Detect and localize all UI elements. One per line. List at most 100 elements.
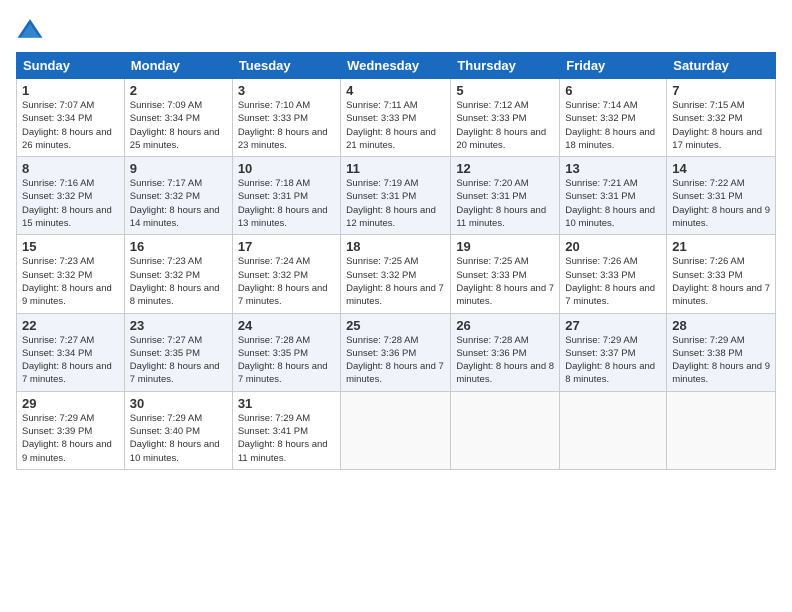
calendar-cell: 8 Sunrise: 7:16 AM Sunset: 3:32 PM Dayli… — [17, 157, 125, 235]
calendar-cell: 11 Sunrise: 7:19 AM Sunset: 3:31 PM Dayl… — [341, 157, 451, 235]
day-number: 24 — [238, 318, 335, 333]
calendar-cell: 31 Sunrise: 7:29 AM Sunset: 3:41 PM Dayl… — [232, 391, 340, 469]
day-number: 8 — [22, 161, 119, 176]
calendar-cell — [451, 391, 560, 469]
day-number: 3 — [238, 83, 335, 98]
page-header — [16, 16, 776, 44]
day-info: Sunrise: 7:25 AM Sunset: 3:33 PM Dayligh… — [456, 255, 554, 308]
day-number: 17 — [238, 239, 335, 254]
day-number: 6 — [565, 83, 661, 98]
day-info: Sunrise: 7:29 AM Sunset: 3:41 PM Dayligh… — [238, 412, 335, 465]
calendar-header-row: SundayMondayTuesdayWednesdayThursdayFrid… — [17, 53, 776, 79]
day-info: Sunrise: 7:28 AM Sunset: 3:36 PM Dayligh… — [456, 334, 554, 387]
day-number: 29 — [22, 396, 119, 411]
calendar-cell: 29 Sunrise: 7:29 AM Sunset: 3:39 PM Dayl… — [17, 391, 125, 469]
day-info: Sunrise: 7:12 AM Sunset: 3:33 PM Dayligh… — [456, 99, 554, 152]
calendar-cell: 28 Sunrise: 7:29 AM Sunset: 3:38 PM Dayl… — [667, 313, 776, 391]
day-info: Sunrise: 7:27 AM Sunset: 3:35 PM Dayligh… — [130, 334, 227, 387]
logo — [16, 16, 48, 44]
calendar-cell: 19 Sunrise: 7:25 AM Sunset: 3:33 PM Dayl… — [451, 235, 560, 313]
day-number: 2 — [130, 83, 227, 98]
weekday-header: Friday — [560, 53, 667, 79]
calendar-cell: 30 Sunrise: 7:29 AM Sunset: 3:40 PM Dayl… — [124, 391, 232, 469]
calendar-table: SundayMondayTuesdayWednesdayThursdayFrid… — [16, 52, 776, 470]
day-number: 14 — [672, 161, 770, 176]
day-number: 31 — [238, 396, 335, 411]
weekday-header: Monday — [124, 53, 232, 79]
day-number: 10 — [238, 161, 335, 176]
day-number: 19 — [456, 239, 554, 254]
day-info: Sunrise: 7:26 AM Sunset: 3:33 PM Dayligh… — [672, 255, 770, 308]
day-info: Sunrise: 7:23 AM Sunset: 3:32 PM Dayligh… — [130, 255, 227, 308]
day-number: 21 — [672, 239, 770, 254]
day-info: Sunrise: 7:27 AM Sunset: 3:34 PM Dayligh… — [22, 334, 119, 387]
day-info: Sunrise: 7:15 AM Sunset: 3:32 PM Dayligh… — [672, 99, 770, 152]
day-number: 28 — [672, 318, 770, 333]
calendar-cell — [560, 391, 667, 469]
calendar-cell: 17 Sunrise: 7:24 AM Sunset: 3:32 PM Dayl… — [232, 235, 340, 313]
day-number: 15 — [22, 239, 119, 254]
calendar-week-row: 8 Sunrise: 7:16 AM Sunset: 3:32 PM Dayli… — [17, 157, 776, 235]
day-info: Sunrise: 7:14 AM Sunset: 3:32 PM Dayligh… — [565, 99, 661, 152]
calendar-body: 1 Sunrise: 7:07 AM Sunset: 3:34 PM Dayli… — [17, 79, 776, 470]
day-info: Sunrise: 7:17 AM Sunset: 3:32 PM Dayligh… — [130, 177, 227, 230]
calendar-cell — [341, 391, 451, 469]
calendar-week-row: 1 Sunrise: 7:07 AM Sunset: 3:34 PM Dayli… — [17, 79, 776, 157]
day-number: 20 — [565, 239, 661, 254]
day-info: Sunrise: 7:23 AM Sunset: 3:32 PM Dayligh… — [22, 255, 119, 308]
day-info: Sunrise: 7:29 AM Sunset: 3:39 PM Dayligh… — [22, 412, 119, 465]
calendar-cell — [667, 391, 776, 469]
day-info: Sunrise: 7:29 AM Sunset: 3:38 PM Dayligh… — [672, 334, 770, 387]
day-number: 22 — [22, 318, 119, 333]
weekday-header: Thursday — [451, 53, 560, 79]
day-info: Sunrise: 7:28 AM Sunset: 3:35 PM Dayligh… — [238, 334, 335, 387]
calendar-cell: 3 Sunrise: 7:10 AM Sunset: 3:33 PM Dayli… — [232, 79, 340, 157]
calendar-cell: 5 Sunrise: 7:12 AM Sunset: 3:33 PM Dayli… — [451, 79, 560, 157]
day-info: Sunrise: 7:09 AM Sunset: 3:34 PM Dayligh… — [130, 99, 227, 152]
weekday-header: Saturday — [667, 53, 776, 79]
day-info: Sunrise: 7:10 AM Sunset: 3:33 PM Dayligh… — [238, 99, 335, 152]
day-number: 13 — [565, 161, 661, 176]
calendar-cell: 27 Sunrise: 7:29 AM Sunset: 3:37 PM Dayl… — [560, 313, 667, 391]
day-number: 18 — [346, 239, 445, 254]
day-info: Sunrise: 7:11 AM Sunset: 3:33 PM Dayligh… — [346, 99, 445, 152]
day-info: Sunrise: 7:19 AM Sunset: 3:31 PM Dayligh… — [346, 177, 445, 230]
day-number: 16 — [130, 239, 227, 254]
day-number: 1 — [22, 83, 119, 98]
calendar-cell: 16 Sunrise: 7:23 AM Sunset: 3:32 PM Dayl… — [124, 235, 232, 313]
day-info: Sunrise: 7:21 AM Sunset: 3:31 PM Dayligh… — [565, 177, 661, 230]
calendar-cell: 6 Sunrise: 7:14 AM Sunset: 3:32 PM Dayli… — [560, 79, 667, 157]
calendar-cell: 4 Sunrise: 7:11 AM Sunset: 3:33 PM Dayli… — [341, 79, 451, 157]
calendar-cell: 1 Sunrise: 7:07 AM Sunset: 3:34 PM Dayli… — [17, 79, 125, 157]
day-info: Sunrise: 7:29 AM Sunset: 3:40 PM Dayligh… — [130, 412, 227, 465]
weekday-header: Wednesday — [341, 53, 451, 79]
day-number: 26 — [456, 318, 554, 333]
day-number: 23 — [130, 318, 227, 333]
day-number: 4 — [346, 83, 445, 98]
calendar-cell: 21 Sunrise: 7:26 AM Sunset: 3:33 PM Dayl… — [667, 235, 776, 313]
calendar-cell: 24 Sunrise: 7:28 AM Sunset: 3:35 PM Dayl… — [232, 313, 340, 391]
calendar-cell: 13 Sunrise: 7:21 AM Sunset: 3:31 PM Dayl… — [560, 157, 667, 235]
logo-icon — [16, 16, 44, 44]
calendar-cell: 18 Sunrise: 7:25 AM Sunset: 3:32 PM Dayl… — [341, 235, 451, 313]
calendar-cell: 22 Sunrise: 7:27 AM Sunset: 3:34 PM Dayl… — [17, 313, 125, 391]
calendar-cell: 26 Sunrise: 7:28 AM Sunset: 3:36 PM Dayl… — [451, 313, 560, 391]
weekday-header: Tuesday — [232, 53, 340, 79]
calendar-week-row: 15 Sunrise: 7:23 AM Sunset: 3:32 PM Dayl… — [17, 235, 776, 313]
calendar-cell: 20 Sunrise: 7:26 AM Sunset: 3:33 PM Dayl… — [560, 235, 667, 313]
day-number: 9 — [130, 161, 227, 176]
day-info: Sunrise: 7:25 AM Sunset: 3:32 PM Dayligh… — [346, 255, 445, 308]
calendar-week-row: 29 Sunrise: 7:29 AM Sunset: 3:39 PM Dayl… — [17, 391, 776, 469]
day-info: Sunrise: 7:24 AM Sunset: 3:32 PM Dayligh… — [238, 255, 335, 308]
day-number: 11 — [346, 161, 445, 176]
calendar-week-row: 22 Sunrise: 7:27 AM Sunset: 3:34 PM Dayl… — [17, 313, 776, 391]
calendar-cell: 23 Sunrise: 7:27 AM Sunset: 3:35 PM Dayl… — [124, 313, 232, 391]
day-info: Sunrise: 7:20 AM Sunset: 3:31 PM Dayligh… — [456, 177, 554, 230]
day-number: 5 — [456, 83, 554, 98]
calendar-cell: 14 Sunrise: 7:22 AM Sunset: 3:31 PM Dayl… — [667, 157, 776, 235]
day-info: Sunrise: 7:07 AM Sunset: 3:34 PM Dayligh… — [22, 99, 119, 152]
day-info: Sunrise: 7:22 AM Sunset: 3:31 PM Dayligh… — [672, 177, 770, 230]
calendar-cell: 15 Sunrise: 7:23 AM Sunset: 3:32 PM Dayl… — [17, 235, 125, 313]
day-info: Sunrise: 7:18 AM Sunset: 3:31 PM Dayligh… — [238, 177, 335, 230]
day-number: 27 — [565, 318, 661, 333]
